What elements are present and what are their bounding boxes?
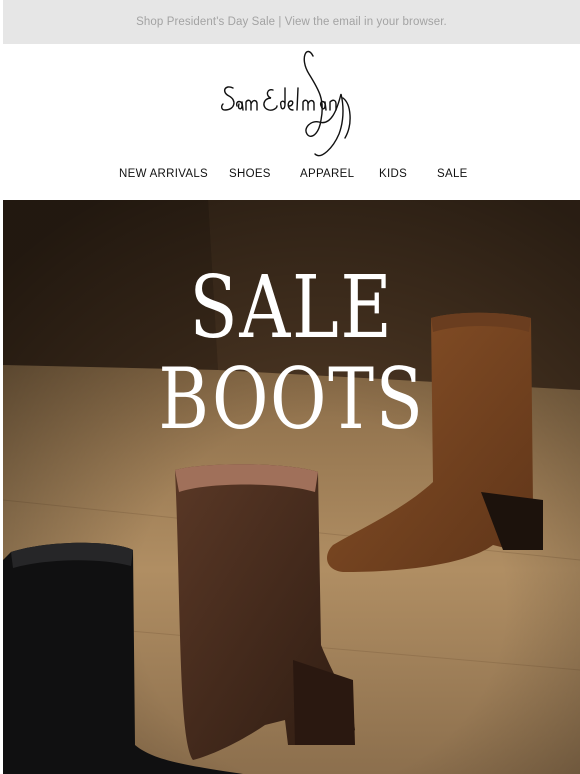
hero-title-boots: BOOTS (158, 350, 425, 448)
hero-banner[interactable]: SALE BOOTS (3, 200, 580, 774)
nav-sale[interactable]: SALE (437, 168, 468, 180)
nav-kids[interactable]: KIDS (379, 168, 407, 180)
signature-logo-icon (221, 50, 351, 157)
nav-shoes[interactable]: SHOES (229, 168, 271, 180)
brand-logo[interactable] (215, 44, 365, 162)
hero-title-sale: SALE (189, 258, 394, 358)
main-nav: NEW ARRIVALS SHOES APPAREL KIDS SALE (0, 168, 580, 188)
view-in-browser-link[interactable]: Shop President's Day Sale | View the ema… (136, 16, 447, 28)
nav-apparel[interactable]: APPAREL (300, 168, 354, 180)
preheader-bar: Shop President's Day Sale | View the ema… (3, 0, 580, 44)
nav-new-arrivals[interactable]: NEW ARRIVALS (119, 168, 208, 180)
